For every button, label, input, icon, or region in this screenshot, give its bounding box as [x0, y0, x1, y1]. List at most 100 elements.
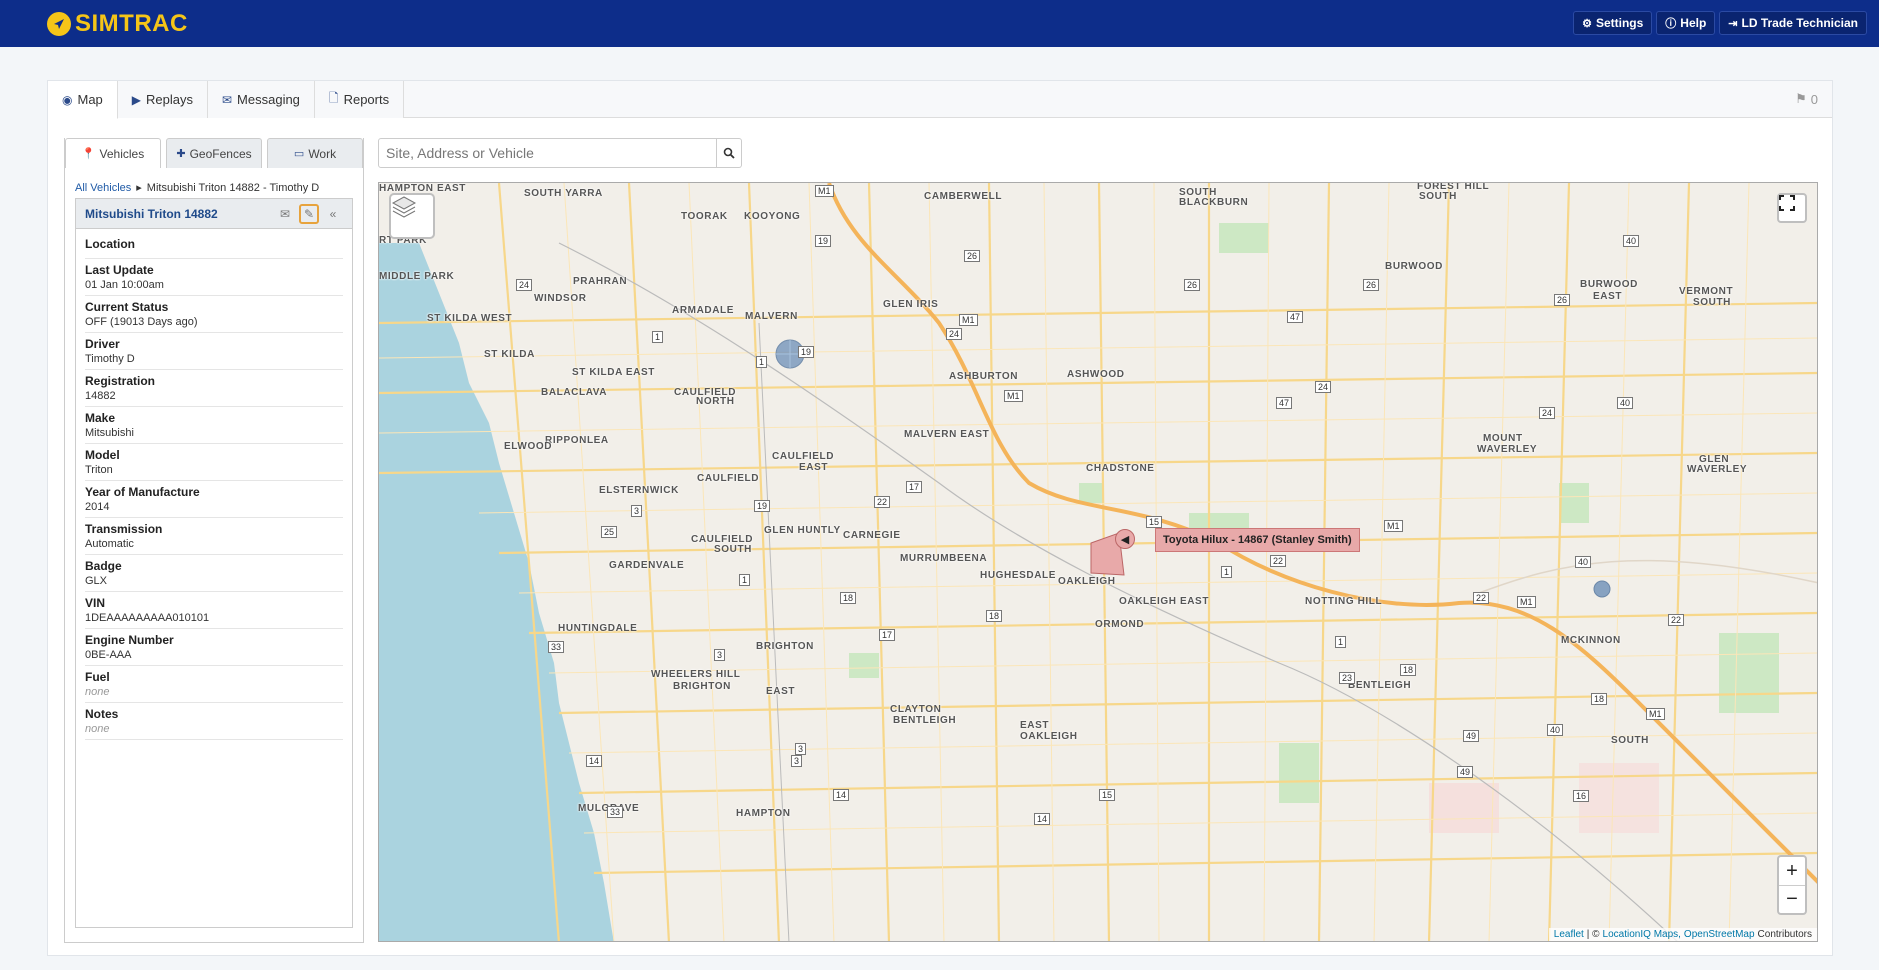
- suburb-label: EAST: [766, 686, 796, 697]
- tab-messaging-label: Messaging: [237, 92, 300, 107]
- globe-icon: ◉: [62, 92, 73, 107]
- subtab-work[interactable]: ▭ Work: [267, 138, 363, 168]
- suburb-label: MCKINNON: [1561, 635, 1621, 646]
- leaflet-link[interactable]: Leaflet: [1554, 929, 1584, 940]
- simtrac-logo[interactable]: SIMTRAC: [47, 10, 188, 38]
- subtab-vehicles[interactable]: 📍 Vehicles: [65, 138, 161, 168]
- vehicle-panel: 📍 Vehicles ✚ GeoFences ▭ Work All Vehicl…: [64, 138, 364, 943]
- suburb-label: RIPPONLEA: [545, 435, 609, 446]
- suburb-label: CLAYTON: [890, 704, 942, 715]
- tab-reports[interactable]: 🗋 Reports: [314, 81, 405, 118]
- suburb-label: GARDENVALE: [609, 560, 685, 571]
- road-shield: 3: [714, 649, 726, 661]
- road-shield: 1: [739, 574, 751, 586]
- user-label: LD Trade Technician: [1741, 16, 1858, 30]
- vehicle-detail-header: Mitsubishi Triton 14882 ✉ ✎ «: [76, 199, 352, 229]
- vehicle-fields: Location Last Update 01 Jan 10:00am Current…: [76, 229, 352, 740]
- fullscreen-button[interactable]: [1777, 193, 1807, 223]
- detail-field-value: 14882: [85, 390, 116, 402]
- subtab-geofences[interactable]: ✚ GeoFences: [166, 138, 262, 168]
- tab-replays[interactable]: ▶ Replays: [117, 81, 208, 118]
- suburb-label: HAMPTON: [736, 808, 791, 819]
- suburb-label: ST KILDA EAST: [572, 367, 655, 378]
- road-shield: M1: [1517, 596, 1536, 608]
- detail-field-value: 0BE-AAA: [85, 649, 132, 661]
- info-icon: ⓘ: [1665, 18, 1677, 30]
- suburb-label: ST KILDA: [484, 349, 535, 360]
- breadcrumb-current: Mitsubishi Triton 14882 - Timothy D: [146, 181, 320, 194]
- zoom-out-button[interactable]: −: [1779, 885, 1805, 913]
- map-attribution: Leaflet | © LocationIQ Maps, OpenStreetM…: [1548, 928, 1817, 941]
- detail-field-label: Fuel: [85, 670, 110, 684]
- breadcrumb-all-vehicles[interactable]: All Vehicles: [75, 182, 131, 194]
- collapse-panel-icon[interactable]: «: [323, 204, 343, 224]
- zoom-in-button[interactable]: +: [1779, 857, 1805, 885]
- top-navbar: SIMTRAC ⚙ Settings ⓘ Help ⇥ LD Trade Tec…: [0, 0, 1879, 47]
- detail-field: Registration 14882: [85, 370, 343, 407]
- suburb-label: SOUTH: [1611, 735, 1649, 746]
- vehicle-direction-marker[interactable]: ◀: [1115, 529, 1135, 549]
- layers-button[interactable]: [389, 193, 435, 239]
- vehicle-title[interactable]: Mitsubishi Triton 14882: [85, 207, 218, 221]
- road-shield: 19: [815, 235, 832, 247]
- road-shield: 33: [607, 806, 624, 818]
- road-shield: 22: [1668, 614, 1685, 626]
- suburb-label: BENTLEIGH: [1348, 680, 1412, 691]
- help-label: Help: [1680, 16, 1707, 30]
- gear-icon: ⚙: [1582, 17, 1592, 30]
- message-vehicle-icon[interactable]: ✉: [275, 204, 295, 224]
- road-shield: 25: [601, 526, 618, 538]
- main-card: ◉ Map ▶ Replays ✉ Messaging 🗋 Reports ⚑ …: [47, 80, 1833, 956]
- openstreetmap-link[interactable]: OpenStreetMap: [1684, 929, 1755, 940]
- road-shield: 14: [1034, 813, 1051, 825]
- detail-field: Year of Manufacture 2014: [85, 481, 343, 518]
- map-view[interactable]: SOUTH YARRA TOORAK KOOYONG CAMBERWELL SOUTH B…: [378, 182, 1818, 942]
- detail-field: Badge GLX: [85, 555, 343, 592]
- road-shield: M1: [815, 185, 834, 197]
- road-shield: 22: [874, 496, 891, 508]
- detail-field: Location: [85, 229, 343, 259]
- detail-field-label: Last Update: [85, 263, 154, 277]
- road-shield: 47: [1276, 397, 1293, 409]
- flag-counter[interactable]: ⚑ 0: [1795, 91, 1818, 107]
- edit-vehicle-icon[interactable]: ✎: [299, 203, 319, 224]
- suburb-label: KOOYONG: [744, 211, 801, 222]
- settings-button[interactable]: ⚙ Settings: [1573, 11, 1653, 35]
- flag-count: 0: [1810, 91, 1818, 107]
- detail-field-value: OFF (19013 Days ago): [85, 316, 198, 328]
- search-button[interactable]: [717, 138, 742, 168]
- detail-field-value: Mitsubishi: [85, 427, 134, 439]
- subtab-vehicles-label: Vehicles: [99, 146, 145, 161]
- suburb-label: NOTTING HILL: [1305, 596, 1383, 607]
- suburb-label: SOUTH: [1419, 191, 1457, 202]
- road-shield: 3: [795, 743, 807, 755]
- search-input[interactable]: [378, 138, 717, 168]
- suburb-label: GLEN HUNTLY: [764, 525, 841, 536]
- road-shield: 18: [1400, 664, 1417, 676]
- desktop-icon: ▭: [293, 148, 305, 160]
- tab-reports-label: Reports: [343, 92, 390, 107]
- detail-field-value: Triton: [85, 464, 113, 476]
- suburb-label: ORMOND: [1095, 619, 1145, 630]
- suburb-label: CAULFIELD: [697, 473, 760, 484]
- help-button[interactable]: ⓘ Help: [1656, 11, 1716, 35]
- tab-messaging[interactable]: ✉ Messaging: [207, 81, 315, 118]
- suburb-label: CAMBERWELL: [924, 191, 1003, 202]
- tab-map[interactable]: ◉ Map: [48, 81, 118, 119]
- road-shield: 26: [1184, 279, 1201, 291]
- suburb-label: ELWOOD: [504, 441, 553, 452]
- road-shield: 19: [798, 346, 815, 358]
- suburb-label: CHADSTONE: [1086, 463, 1155, 474]
- detail-field-label: Year of Manufacture: [85, 485, 200, 499]
- road-shield: 1: [1221, 566, 1233, 578]
- detail-field: Make Mitsubishi: [85, 407, 343, 444]
- user-menu-button[interactable]: ⇥ LD Trade Technician: [1719, 11, 1867, 35]
- suburb-label: BRIGHTON: [756, 641, 814, 652]
- detail-field-label: Engine Number: [85, 633, 174, 647]
- suburb-label: HUGHESDALE: [980, 570, 1057, 581]
- detail-field: Current Status OFF (19013 Days ago): [85, 296, 343, 333]
- detail-field-value: GLX: [85, 575, 108, 587]
- road-shield: 15: [1099, 789, 1116, 801]
- locationiq-link[interactable]: LocationIQ Maps,: [1603, 929, 1681, 940]
- road-shield: 24: [516, 279, 533, 291]
